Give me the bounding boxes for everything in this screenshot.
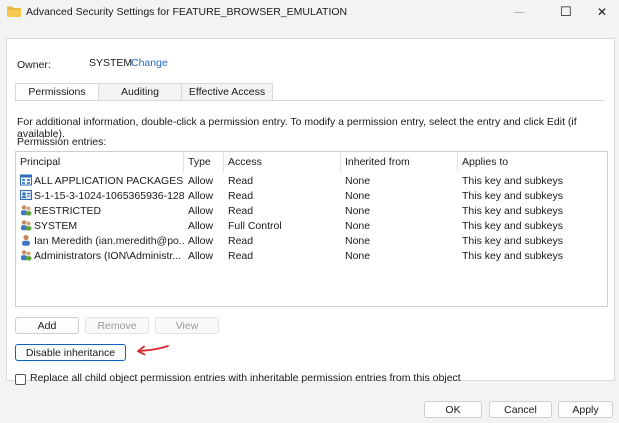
access-cell: Read <box>228 250 254 262</box>
principal-name: Administrators (ION\Administr... <box>34 250 182 262</box>
disable-inheritance-button[interactable]: Disable inheritance <box>15 344 126 361</box>
type-cell: Allow <box>188 220 214 232</box>
access-cell: Read <box>228 175 254 187</box>
tab-divider <box>15 100 605 101</box>
maximize-icon: ☐ <box>560 4 572 19</box>
tab-bar: Permissions Auditing Effective Access <box>15 83 273 102</box>
permission-entries-table[interactable]: Principal Type Access Inherited from App… <box>15 151 608 307</box>
column-header-inherited-from[interactable]: Inherited from <box>341 152 458 172</box>
view-button[interactable]: View <box>155 317 219 334</box>
group-icon <box>21 220 32 231</box>
group-icon <box>21 205 32 216</box>
principal-name: SYSTEM <box>34 220 78 232</box>
table-row[interactable]: S-1-15-3-1024-1065365936-1281... Allow R… <box>16 189 607 204</box>
security-panel: Owner: SYSTEM Change Permissions Auditin… <box>6 38 615 385</box>
owner-label: Owner: <box>17 59 51 71</box>
principal-name: RESTRICTED <box>34 205 102 217</box>
close-icon: ✕ <box>596 5 608 19</box>
principal-name: S-1-15-3-1024-1065365936-1281... <box>34 190 184 202</box>
tab-effective-access[interactable]: Effective Access <box>181 83 273 101</box>
table-row[interactable]: Ian Meredith (ian.meredith@po... Allow R… <box>16 234 607 249</box>
group-icon <box>21 250 32 261</box>
inherited-cell: None <box>345 205 371 217</box>
folder-icon <box>7 6 21 17</box>
apply-button[interactable]: Apply <box>558 401 613 418</box>
applies-cell: This key and subkeys <box>462 220 563 232</box>
minimize-button[interactable]: — <box>499 0 539 24</box>
info-text: For additional information, double-click… <box>17 116 577 140</box>
table-row[interactable]: ALL APPLICATION PACKAGES Allow Read None… <box>16 174 607 189</box>
principal-name: ALL APPLICATION PACKAGES <box>34 175 184 187</box>
column-header-type[interactable]: Type <box>184 152 224 172</box>
type-cell: Allow <box>188 235 214 247</box>
table-row[interactable]: RESTRICTED Allow Read None This key and … <box>16 204 607 219</box>
principal-name: Ian Meredith (ian.meredith@po... <box>34 235 184 247</box>
maximize-button[interactable]: ☐ <box>546 0 586 24</box>
inherited-cell: None <box>345 190 371 202</box>
table-row[interactable]: SYSTEM Allow Full Control None This key … <box>16 219 607 234</box>
column-header-access[interactable]: Access <box>224 152 341 172</box>
sid-icon <box>20 190 32 200</box>
tab-auditing[interactable]: Auditing <box>98 83 182 101</box>
access-cell: Read <box>228 205 254 217</box>
remove-button[interactable]: Remove <box>85 317 149 334</box>
user-icon <box>22 234 30 246</box>
replace-child-permissions-label: Replace all child object permission entr… <box>30 372 461 384</box>
owner-value: SYSTEM <box>89 57 133 69</box>
inherited-cell: None <box>345 220 371 232</box>
type-cell: Allow <box>188 205 214 217</box>
type-cell: Allow <box>188 190 214 202</box>
table-header: Principal Type Access Inherited from App… <box>16 152 607 172</box>
table-row[interactable]: Administrators (ION\Administr... Allow R… <box>16 249 607 264</box>
window-title: Advanced Security Settings for FEATURE_B… <box>26 6 348 18</box>
applies-cell: This key and subkeys <box>462 235 563 247</box>
access-cell: Read <box>228 190 254 202</box>
type-cell: Allow <box>188 175 214 187</box>
title-bar: Advanced Security Settings for FEATURE_B… <box>0 0 619 26</box>
access-cell: Full Control <box>228 220 282 232</box>
inherited-cell: None <box>345 235 371 247</box>
type-cell: Allow <box>188 250 214 262</box>
permission-entries-label: Permission entries: <box>17 136 107 148</box>
inherited-cell: None <box>345 175 371 187</box>
add-button[interactable]: Add <box>15 317 79 334</box>
applies-cell: This key and subkeys <box>462 190 563 202</box>
app-package-icon <box>20 174 32 186</box>
column-header-applies-to[interactable]: Applies to <box>458 152 606 172</box>
replace-child-permissions-checkbox[interactable] <box>15 374 26 385</box>
access-cell: Read <box>228 235 254 247</box>
ok-button[interactable]: OK <box>424 401 482 418</box>
cancel-button[interactable]: Cancel <box>489 401 552 418</box>
applies-cell: This key and subkeys <box>462 175 563 187</box>
annotation-arrow-icon <box>137 345 169 356</box>
close-button[interactable]: ✕ <box>585 0 619 24</box>
applies-cell: This key and subkeys <box>462 205 563 217</box>
change-owner-link[interactable]: Change <box>131 57 168 69</box>
applies-cell: This key and subkeys <box>462 250 563 262</box>
minimize-icon: — <box>513 6 525 18</box>
column-header-principal[interactable]: Principal <box>16 152 184 172</box>
inherited-cell: None <box>345 250 371 262</box>
